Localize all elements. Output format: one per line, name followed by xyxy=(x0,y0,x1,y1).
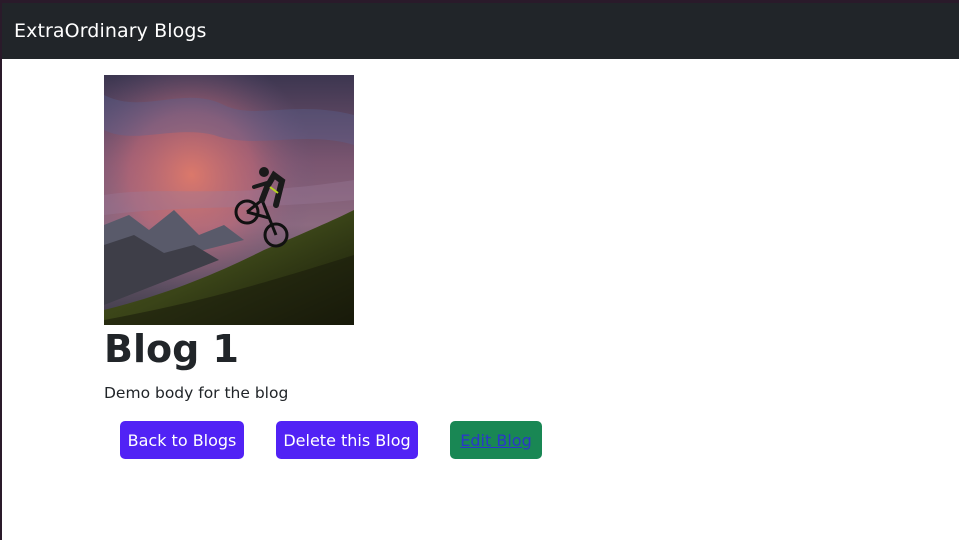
delete-blog-button[interactable]: Delete this Blog xyxy=(276,421,418,459)
edit-blog-button[interactable]: Edit Blog xyxy=(450,421,542,459)
navbar: ExtraOrdinary Blogs xyxy=(2,3,959,59)
blog-image xyxy=(104,75,354,325)
blog-body: Demo body for the blog xyxy=(104,384,289,402)
back-to-blogs-button[interactable]: Back to Blogs xyxy=(120,421,244,459)
edit-blog-link[interactable]: Edit Blog xyxy=(460,431,531,450)
blog-title: Blog 1 xyxy=(104,327,239,371)
window-left-border xyxy=(0,0,2,540)
navbar-brand[interactable]: ExtraOrdinary Blogs xyxy=(14,20,207,42)
